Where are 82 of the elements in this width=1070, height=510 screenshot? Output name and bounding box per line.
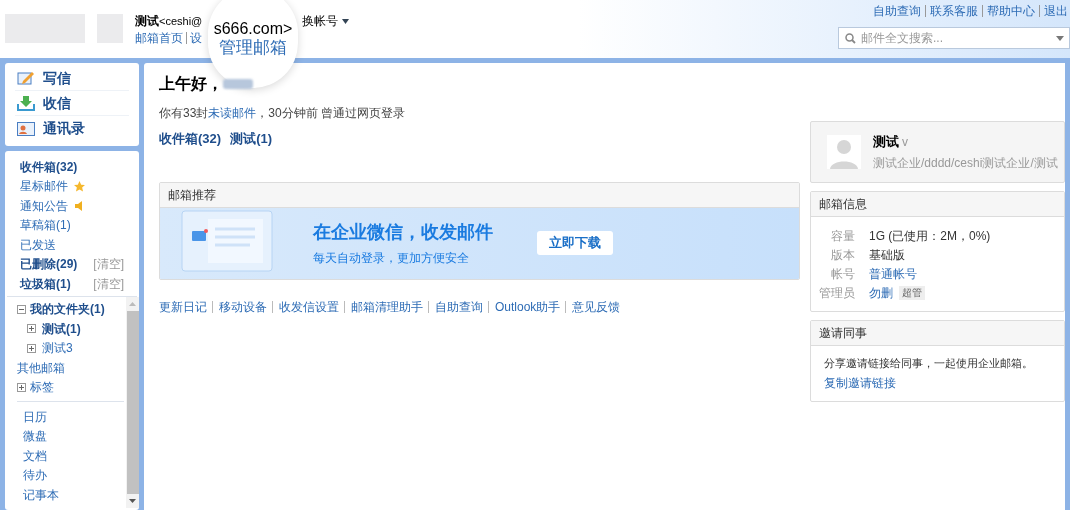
- card-title: 邮箱推荐: [168, 186, 216, 204]
- app-link[interactable]: 微盘: [23, 427, 47, 446]
- footer-link[interactable]: 意见反馈: [565, 300, 621, 313]
- folder-item[interactable]: 测试(1): [42, 319, 81, 338]
- admin-tag: 超管: [899, 285, 925, 300]
- info-value: 1G (已使用：2M，0%): [869, 227, 991, 245]
- download-tray-icon: [17, 95, 35, 111]
- app-link[interactable]: 记事本: [23, 485, 59, 504]
- top-link[interactable]: 退出: [1039, 5, 1068, 17]
- speaker-icon: [74, 200, 85, 211]
- download-button[interactable]: 立即下载: [537, 231, 613, 255]
- promo-headline: 在企业微信，收发邮件: [313, 221, 493, 244]
- empty-folder-link[interactable]: [清空]: [93, 255, 124, 274]
- header-link[interactable]: 设: [186, 32, 202, 44]
- folder-item[interactable]: 测试3: [42, 339, 73, 358]
- folder-item[interactable]: 已删除(29): [20, 255, 78, 274]
- top-link[interactable]: 自助查询: [873, 5, 921, 17]
- search-icon: [845, 33, 856, 44]
- verified-mark: v: [902, 133, 908, 151]
- header-link[interactable]: 邮箱首页: [135, 32, 183, 44]
- avatar-silhouette: [827, 135, 861, 169]
- folder-item[interactable]: 标签: [30, 378, 54, 397]
- login-notice: 你有33封未读邮件，30分钟前 曾通过网页登录: [159, 105, 407, 122]
- footer-link[interactable]: 自助查询: [428, 300, 483, 313]
- search-field[interactable]: 邮件全文搜索...: [838, 27, 1070, 49]
- caret-icon: [342, 18, 350, 24]
- greeting: 上午好，: [159, 74, 223, 94]
- manage-mailbox-link[interactable]: 管理邮箱: [219, 38, 287, 56]
- folder-item[interactable]: 草稿箱(1): [20, 216, 71, 235]
- star-icon: [74, 180, 85, 192]
- profile-org: 测试企业/dddd/ceshi测试企业/测试: [873, 155, 1058, 173]
- unread-mail-link[interactable]: 未读邮件: [208, 106, 257, 120]
- app-link[interactable]: 待办: [23, 466, 47, 485]
- folder-shortcut-link[interactable]: 收件箱(32): [159, 129, 222, 149]
- footer-link[interactable]: 移动设备: [212, 300, 267, 313]
- account-name: 测试: [135, 13, 159, 30]
- top-link[interactable]: 联系客服: [925, 5, 978, 17]
- info-label: 容量: [830, 227, 855, 245]
- dropdown-caret-icon: [1056, 36, 1064, 41]
- copy-invite-link[interactable]: 复制邀请链接: [824, 373, 896, 392]
- folder-item[interactable]: 我的文件夹(1): [30, 300, 105, 319]
- expand-icon[interactable]: [17, 382, 26, 392]
- app-link[interactable]: 文档: [23, 446, 47, 465]
- promo-subline: 每天自动登录，更加方便安全: [313, 250, 470, 267]
- footer-link[interactable]: 更新日记: [159, 300, 207, 313]
- info-label: 版本: [830, 246, 855, 264]
- quick-action-item[interactable]: 收信: [15, 91, 129, 116]
- collapse-icon[interactable]: [17, 304, 26, 314]
- card-title: 邮箱信息: [819, 196, 867, 213]
- switch-account-link[interactable]: 换帐号: [302, 12, 350, 30]
- top-link[interactable]: 帮助中心: [982, 5, 1035, 17]
- empty-folder-link[interactable]: [清空]: [93, 274, 124, 293]
- pencil-note-icon: [17, 70, 35, 86]
- info-value: 基础版: [869, 246, 905, 264]
- folder-item[interactable]: 其他邮箱: [17, 358, 65, 377]
- folder-item[interactable]: 垃圾箱(1): [20, 274, 71, 293]
- folder-item[interactable]: 已发送: [20, 235, 56, 254]
- app-link[interactable]: 日历: [23, 407, 47, 426]
- expand-icon[interactable]: [27, 324, 36, 334]
- info-value[interactable]: 普通帐号: [869, 264, 917, 283]
- folder-item[interactable]: 星标邮件: [20, 177, 68, 196]
- blurred-username: [223, 79, 253, 89]
- expand-icon[interactable]: [27, 343, 36, 353]
- footer-link[interactable]: Outlook助手: [488, 300, 561, 313]
- info-label: 管理员: [818, 284, 855, 302]
- folder-shortcut-link[interactable]: 测试(1): [230, 129, 272, 149]
- folder-item[interactable]: 收件箱(32): [20, 157, 78, 176]
- info-label: 帐号: [830, 265, 855, 283]
- magnified-email: s666.com>: [213, 20, 293, 37]
- account-email: <ceshi@: [159, 13, 203, 29]
- invite-text: 分享邀请链接给同事，一起使用企业邮箱。: [824, 356, 1034, 371]
- quick-action-item[interactable]: 写信: [15, 66, 129, 91]
- card-title: 邀请同事: [819, 325, 867, 342]
- info-value[interactable]: 勿删: [869, 283, 893, 302]
- profile-name: 测试: [873, 132, 899, 151]
- folder-item[interactable]: 通知公告: [20, 196, 68, 215]
- footer-link[interactable]: 收发信设置: [272, 300, 339, 313]
- contact-card-icon: [17, 121, 35, 136]
- footer-link[interactable]: 邮箱清理助手: [344, 300, 423, 313]
- quick-action-item[interactable]: 通讯录: [15, 116, 129, 141]
- scroll-down-icon: [129, 499, 136, 503]
- scroll-up-icon: [129, 301, 136, 306]
